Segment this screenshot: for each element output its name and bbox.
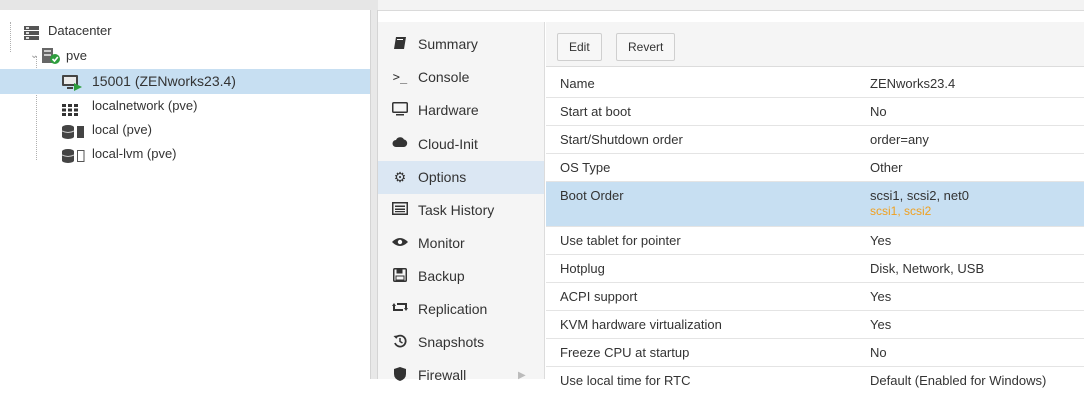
- vm-nav-menu: Summary >_ Console Hardware Cloud-Init ⚙…: [378, 22, 545, 383]
- terminal-icon: >_: [392, 70, 408, 84]
- option-name: KVM hardware virtualization: [560, 317, 722, 332]
- nav-item-replication[interactable]: Replication: [378, 293, 544, 326]
- storage-database-icon: [61, 147, 86, 163]
- tree-node-datacenter[interactable]: Datacenter: [4, 19, 364, 43]
- option-value: scsi1, scsi2, net0: [870, 188, 969, 203]
- options-panel: Edit Revert Name ZENworks23.4 Start at b…: [546, 22, 1084, 388]
- option-name: OS Type: [560, 160, 611, 175]
- storage-database-icon: [61, 123, 86, 139]
- nav-item-cloud-init[interactable]: Cloud-Init: [378, 128, 544, 161]
- floppy-icon: [392, 268, 408, 284]
- option-value: Yes: [870, 289, 892, 304]
- nav-item-label: Task History: [418, 202, 495, 218]
- options-row-kvm[interactable]: KVM hardware virtualization Yes: [546, 311, 1084, 339]
- tree-node-label: 15001 (ZENworks23.4): [92, 73, 236, 89]
- resource-tree: Datacenter ⌄ pve 15001 (ZENworks23.4) lo…: [0, 10, 371, 379]
- tree-node-localnetwork[interactable]: localnetwork (pve): [4, 94, 364, 118]
- option-name: Name: [560, 76, 595, 91]
- gear-icon: ⚙: [393, 169, 407, 185]
- book-icon: [392, 36, 408, 52]
- revert-button[interactable]: Revert: [616, 33, 676, 61]
- nav-item-firewall[interactable]: Firewall ▶: [378, 359, 544, 392]
- nav-item-hardware[interactable]: Hardware: [378, 94, 544, 127]
- nav-item-snapshots[interactable]: Snapshots: [378, 326, 544, 359]
- nav-item-label: Monitor: [418, 235, 465, 251]
- nav-item-label: Firewall: [418, 367, 467, 383]
- option-value: No: [870, 104, 887, 119]
- option-value: Yes: [870, 317, 892, 332]
- option-name: Start/Shutdown order: [560, 132, 683, 147]
- tree-node-vm-15001[interactable]: 15001 (ZENworks23.4): [0, 69, 370, 94]
- nav-item-label: Summary: [418, 36, 478, 52]
- panel-splitter[interactable]: [370, 10, 378, 379]
- option-pending-value: scsi1, scsi2: [870, 204, 932, 218]
- tree-node-label: local (pve): [92, 122, 152, 137]
- options-row-name[interactable]: Name ZENworks23.4: [546, 70, 1084, 98]
- option-value: Yes: [870, 233, 892, 248]
- chevron-down-icon[interactable]: ⌄: [30, 44, 38, 68]
- history-icon: [392, 334, 408, 350]
- nav-item-monitor[interactable]: Monitor: [378, 227, 544, 260]
- monitor-icon: [392, 102, 408, 118]
- nav-item-backup[interactable]: Backup: [378, 260, 544, 293]
- nav-item-label: Snapshots: [418, 334, 485, 350]
- options-row-startup-order[interactable]: Start/Shutdown order order=any: [546, 126, 1084, 154]
- nav-item-label: Replication: [418, 301, 488, 317]
- option-value: No: [870, 345, 887, 360]
- tree-node-label: local-lvm (pve): [92, 146, 177, 161]
- options-row-freeze-cpu[interactable]: Freeze CPU at startup No: [546, 339, 1084, 367]
- option-value: Default (Enabled for Windows): [870, 373, 1047, 388]
- option-name: Freeze CPU at startup: [560, 345, 690, 360]
- vm-running-icon: [62, 74, 82, 91]
- tree-node-local-lvm[interactable]: local-lvm (pve): [4, 142, 364, 166]
- options-toolbar: Edit Revert: [546, 22, 1084, 67]
- options-row-hotplug[interactable]: Hotplug Disk, Network, USB: [546, 255, 1084, 283]
- options-row-local-time-rtc[interactable]: Use local time for RTC Default (Enabled …: [546, 367, 1084, 395]
- options-row-tablet-pointer[interactable]: Use tablet for pointer Yes: [546, 227, 1084, 255]
- options-row-acpi[interactable]: ACPI support Yes: [546, 283, 1084, 311]
- edit-button[interactable]: Edit: [557, 33, 602, 61]
- nav-item-console[interactable]: >_ Console: [378, 61, 544, 94]
- option-value: Disk, Network, USB: [870, 261, 985, 276]
- tree-node-label: pve: [66, 48, 87, 63]
- option-value: ZENworks23.4: [870, 76, 956, 91]
- nav-item-options[interactable]: ⚙ Options: [378, 161, 544, 194]
- list-icon: [392, 202, 408, 218]
- options-row-os-type[interactable]: OS Type Other: [546, 154, 1084, 182]
- server-rack-icon: [24, 24, 39, 40]
- option-name: Start at boot: [560, 104, 631, 119]
- option-name: Use tablet for pointer: [560, 233, 681, 248]
- nav-item-summary[interactable]: Summary: [378, 28, 544, 61]
- shield-icon: [392, 367, 408, 383]
- top-strip: [0, 0, 1084, 11]
- options-row-start-at-boot[interactable]: Start at boot No: [546, 98, 1084, 126]
- eye-icon: [392, 235, 408, 251]
- top-strip-inner: [378, 0, 1084, 11]
- option-name: Boot Order: [560, 188, 624, 203]
- nav-item-task-history[interactable]: Task History: [378, 194, 544, 227]
- nav-item-label: Cloud-Init: [418, 136, 478, 152]
- options-row-boot-order[interactable]: Boot Order scsi1, scsi2, net0 scsi1, scs…: [546, 182, 1084, 227]
- nav-item-label: Hardware: [418, 102, 479, 118]
- node-online-icon: [42, 48, 60, 64]
- nav-item-label: Console: [418, 69, 470, 85]
- network-grid-icon: [62, 100, 78, 116]
- tree-node-pve[interactable]: ⌄ pve: [4, 44, 364, 68]
- nav-item-label: Backup: [418, 268, 465, 284]
- option-name: ACPI support: [560, 289, 638, 304]
- option-value: Other: [870, 160, 903, 175]
- nav-item-label: Options: [418, 169, 467, 185]
- cloud-icon: [392, 136, 408, 152]
- tree-node-label: localnetwork (pve): [92, 98, 198, 113]
- chevron-right-icon: ▶: [518, 370, 526, 381]
- tree-node-label: Datacenter: [48, 23, 112, 38]
- option-value: order=any: [870, 132, 929, 147]
- option-name: Use local time for RTC: [560, 373, 691, 388]
- option-name: Hotplug: [560, 261, 605, 276]
- retweet-icon: [392, 301, 408, 317]
- tree-node-local[interactable]: local (pve): [4, 118, 364, 142]
